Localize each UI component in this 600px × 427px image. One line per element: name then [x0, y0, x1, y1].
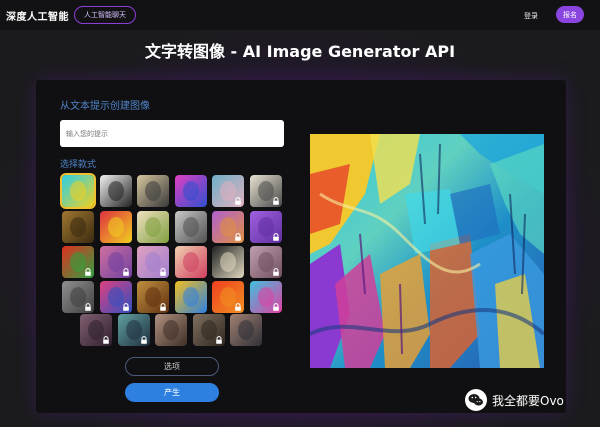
- thumbnail-art: [182, 181, 199, 201]
- colorful-face-thumbnail[interactable]: [99, 281, 132, 313]
- prompt-label: 从文本提示创建图像: [60, 101, 150, 112]
- landscape-thumbnail[interactable]: [137, 175, 169, 207]
- page-title: 文字转图像 - AI Image Generator API: [144, 42, 456, 61]
- lock-icon: [160, 268, 166, 276]
- pop-art-grid-thumbnail[interactable]: [174, 281, 207, 313]
- watermark-text: 我全都要Ovo: [492, 393, 564, 408]
- lock-icon: [272, 268, 279, 276]
- generate-button[interactable]: 产生: [125, 383, 219, 402]
- wechat-icon: [465, 389, 487, 411]
- lock-icon: [215, 336, 222, 344]
- lock-icon: [103, 336, 109, 344]
- dark-portrait-thumbnail[interactable]: [80, 314, 112, 346]
- login-link[interactable]: 登录: [524, 11, 538, 21]
- lock-icon: [85, 268, 91, 276]
- rainbow-abstract-thumbnail[interactable]: [249, 281, 282, 313]
- lock-icon: [272, 197, 279, 205]
- woman-portrait-thumbnail[interactable]: [212, 175, 244, 207]
- red-abstract-thumbnail[interactable]: [212, 281, 244, 313]
- thumbnail-art: [182, 252, 199, 272]
- thumbnail-art: [238, 320, 254, 340]
- ai-chat-button[interactable]: 人工智能聊天: [74, 6, 136, 24]
- sphere-thumbnail[interactable]: [174, 211, 207, 243]
- brand-logo[interactable]: 深度人工智能: [6, 8, 69, 23]
- thumbnail-art: [145, 181, 161, 201]
- flowers-thumbnail[interactable]: [99, 211, 132, 243]
- lock-icon: [235, 197, 241, 205]
- grey-figure-thumbnail[interactable]: [62, 281, 94, 313]
- thumbnail-art: [163, 320, 179, 340]
- lock-icon: [235, 303, 241, 311]
- thumbnail-art: [182, 287, 199, 307]
- watermark: 我全都要Ovo: [465, 389, 564, 411]
- thumbnail-art: [107, 181, 124, 201]
- style-label: 选择款式: [60, 160, 97, 170]
- marilyn-thumbnail[interactable]: [174, 246, 207, 278]
- purple-abstract-thumbnail[interactable]: [249, 211, 282, 243]
- blurred-portrait-thumbnail[interactable]: [249, 246, 282, 278]
- man-portrait-thumbnail[interactable]: [230, 314, 262, 346]
- lock-icon: [85, 303, 91, 311]
- pastel-portrait-thumbnail[interactable]: [137, 246, 169, 278]
- pink-portrait-thumbnail[interactable]: [99, 246, 132, 278]
- sketch-thumbnail[interactable]: [249, 175, 282, 207]
- lock-icon: [272, 233, 279, 241]
- lock-icon: [122, 303, 129, 311]
- lock-icon: [140, 336, 147, 344]
- thumbnail-art: [107, 217, 124, 237]
- abstract-colorful-thumbnail[interactable]: [60, 173, 96, 209]
- lock-icon: [235, 233, 241, 241]
- thumbnail-art: [70, 217, 86, 237]
- cube-thumbnail[interactable]: [212, 211, 244, 243]
- golden-figure-thumbnail[interactable]: [137, 281, 169, 313]
- house-thumbnail[interactable]: [212, 246, 244, 278]
- prompt-input[interactable]: [60, 120, 284, 147]
- options-button[interactable]: 选项: [125, 357, 219, 376]
- lock-icon: [160, 303, 166, 311]
- mona-lisa-thumbnail[interactable]: [62, 211, 94, 243]
- teal-portrait-thumbnail[interactable]: [117, 314, 150, 346]
- lock-icon: [122, 268, 129, 276]
- robot-thumbnail[interactable]: [174, 175, 207, 207]
- thumbnail-art: [182, 217, 199, 237]
- thumbnail-art: [220, 252, 236, 272]
- red-figure-thumbnail[interactable]: [62, 246, 94, 278]
- panda-thumbnail[interactable]: [99, 175, 132, 207]
- soldier-portrait-thumbnail[interactable]: [192, 314, 225, 346]
- thumbnail-art: [70, 181, 86, 201]
- bust-thumbnail[interactable]: [155, 314, 187, 346]
- thumbnail-art: [145, 217, 161, 237]
- fruit-painting-thumbnail[interactable]: [137, 211, 169, 243]
- signup-button[interactable]: 报名: [556, 6, 584, 23]
- generated-image: [310, 134, 544, 368]
- lock-icon: [272, 303, 279, 311]
